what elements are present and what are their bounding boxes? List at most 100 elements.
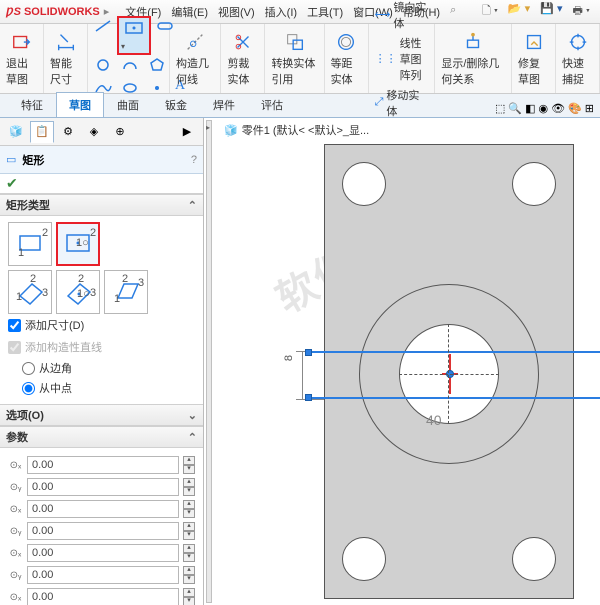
height-dimension[interactable]: 8: [286, 350, 292, 364]
center-rect-option[interactable]: 1○2: [56, 222, 100, 266]
tab-weldment[interactable]: 焊件: [200, 92, 248, 117]
panel-title: 矩形: [22, 152, 44, 168]
tab-surface[interactable]: 曲面: [104, 92, 152, 117]
from-corner-radio[interactable]: [22, 362, 35, 375]
config-tab[interactable]: ⚙: [56, 121, 80, 143]
add-construction-checkbox: [8, 341, 21, 354]
property-manager-tab[interactable]: 📋: [30, 121, 54, 143]
move-entities-button[interactable]: ⤢移动实体: [375, 85, 429, 121]
tab-evaluate[interactable]: 评估: [248, 92, 296, 117]
param-x4-input[interactable]: [27, 588, 179, 605]
offset-entities-button[interactable]: 等距实体: [325, 24, 369, 93]
section-rect-type[interactable]: 矩形类型⌃: [0, 194, 203, 216]
circle-tool[interactable]: [90, 55, 116, 78]
param-x3-icon: ⊙ₓ: [8, 548, 23, 559]
exit-sketch-button[interactable]: 退出草图: [0, 24, 44, 93]
mirror-entities-button[interactable]: ⟷镜向实体: [375, 0, 429, 33]
trim-button[interactable]: 剪裁实体: [221, 24, 265, 93]
tab-sheetmetal[interactable]: 钣金: [152, 92, 200, 117]
svg-text:2: 2: [90, 227, 96, 239]
from-center-radio[interactable]: [22, 382, 35, 395]
help-icon[interactable]: ?: [191, 154, 197, 166]
spin-down[interactable]: ▾: [183, 553, 195, 562]
repair-sketch-button[interactable]: 修复草图: [512, 24, 556, 93]
param-x2-icon: ⊙ₓ: [8, 504, 23, 515]
param-y2-icon: ⊙ᵧ: [8, 526, 23, 537]
section-params[interactable]: 参数⌃: [0, 426, 203, 448]
linear-pattern-button[interactable]: ⋮⋮线性草图阵列: [375, 33, 429, 85]
appearance-icon[interactable]: 🎨: [568, 102, 582, 115]
scene-icon[interactable]: ⊞: [585, 102, 594, 115]
convert-entities-button[interactable]: 转换实体引用: [265, 24, 324, 93]
part-icon: 🧊: [224, 124, 238, 137]
line-tool[interactable]: [90, 16, 116, 55]
spin-down[interactable]: ▾: [183, 465, 195, 474]
quick-snap-button[interactable]: 快速捕捉: [556, 24, 600, 93]
spin-up[interactable]: ▴: [183, 456, 195, 465]
spin-up[interactable]: ▴: [183, 522, 195, 531]
spin-up[interactable]: ▴: [183, 588, 195, 597]
feature-tree-tab[interactable]: 🧊: [4, 121, 28, 143]
corner-rect-option[interactable]: 12: [8, 222, 52, 266]
show-hide-relations-button[interactable]: 显示/删除几何关系: [435, 24, 512, 93]
spin-down[interactable]: ▾: [183, 487, 195, 496]
print-icon[interactable]: 🖶 ▾: [572, 2, 590, 21]
panel-splitter[interactable]: [206, 120, 212, 603]
construction-geom-button[interactable]: 构造几何线: [170, 24, 221, 93]
parallelogram-option[interactable]: 123: [104, 270, 148, 314]
param-y-input[interactable]: [27, 478, 179, 496]
part-model: 8 40: [324, 144, 574, 599]
more-tab[interactable]: ▶: [175, 121, 199, 143]
display-style-icon[interactable]: ◉: [539, 102, 549, 115]
spin-up[interactable]: ▴: [183, 500, 195, 509]
spin-down[interactable]: ▾: [183, 575, 195, 584]
arc-tool[interactable]: [117, 55, 143, 78]
param-x4-icon: ⊙ₓ: [8, 592, 23, 603]
menu-search-icon[interactable]: ⌕: [446, 2, 460, 22]
menu-insert[interactable]: 插入(I): [261, 2, 301, 22]
section-view-icon[interactable]: ◧: [525, 102, 535, 115]
svg-text:2: 2: [30, 274, 36, 285]
menu-view[interactable]: 视图(V): [214, 2, 259, 22]
spin-down[interactable]: ▾: [183, 531, 195, 540]
spin-up[interactable]: ▴: [183, 478, 195, 487]
tab-feature[interactable]: 特征: [8, 92, 56, 117]
hide-show-icon[interactable]: 👁: [551, 102, 565, 115]
spin-up[interactable]: ▴: [183, 544, 195, 553]
spin-down[interactable]: ▾: [183, 509, 195, 518]
new-doc-icon[interactable]: 🗋 ▾: [482, 2, 498, 21]
rect-type-options: 12 1○2 123 1○23 123: [8, 222, 195, 314]
add-dimension-checkbox[interactable]: [8, 319, 21, 332]
svg-text:1○: 1○: [77, 288, 90, 300]
document-title: 🧊 零件1 (默认< <默认>_显...: [224, 122, 369, 138]
spin-up[interactable]: ▴: [183, 566, 195, 575]
three-point-corner-rect-option[interactable]: 123: [8, 270, 52, 314]
param-y3-icon: ⊙ᵧ: [8, 570, 23, 581]
tab-sketch[interactable]: 草图: [56, 92, 104, 117]
three-point-center-rect-option[interactable]: 1○23: [56, 270, 100, 314]
property-manager-panel: 🧊 📋 ⚙ ◈ ⊕ ▶ ▭ 矩形 ? ✔ 矩形类型⌃ 12 1○2 1: [0, 118, 204, 605]
add-dimension-label: 添加尺寸(D): [25, 317, 84, 333]
polygon-tool[interactable]: [144, 55, 170, 78]
param-x-input[interactable]: [27, 456, 179, 474]
chevron-up-icon: ⌃: [188, 199, 197, 212]
width-dimension[interactable]: 40: [426, 412, 442, 428]
dimxpert-tab[interactable]: ◈: [82, 121, 106, 143]
menu-tools[interactable]: 工具(T): [303, 2, 347, 22]
ok-button[interactable]: ✔: [6, 175, 18, 192]
param-y3-input[interactable]: [27, 566, 179, 584]
view-orientation-icon[interactable]: ⬚: [495, 102, 505, 115]
open-doc-icon[interactable]: 📂 ▾: [508, 2, 530, 21]
graphics-area[interactable]: 🧊 零件1 (默认< <默认>_显... 软件自学网 8 40: [204, 118, 600, 605]
spin-down[interactable]: ▾: [183, 597, 195, 605]
display-tab[interactable]: ⊕: [108, 121, 132, 143]
rectangle-tool[interactable]: ▾: [117, 16, 151, 55]
param-x2-input[interactable]: [27, 500, 179, 518]
smart-dimension-button[interactable]: 智能尺寸: [44, 24, 88, 93]
save-icon[interactable]: 💾 ▾: [540, 2, 562, 21]
param-x3-input[interactable]: [27, 544, 179, 562]
section-options[interactable]: 选项(O)⌄: [0, 404, 203, 426]
chevron-down-icon: ⌄: [188, 409, 197, 422]
param-y2-input[interactable]: [27, 522, 179, 540]
zoom-fit-icon[interactable]: 🔍: [508, 102, 522, 115]
